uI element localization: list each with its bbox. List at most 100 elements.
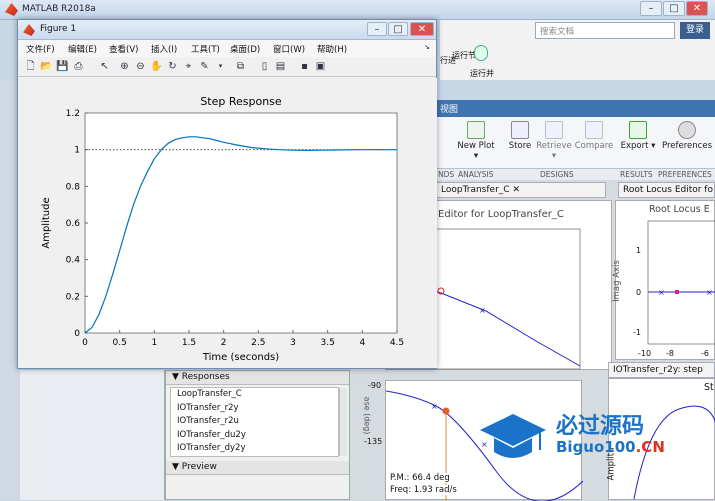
run-advance-icon[interactable] xyxy=(474,45,488,61)
y-tick-label: 0.6 xyxy=(66,219,81,229)
tab-io-transfer-label: IOTransfer_r2y: step xyxy=(613,365,703,375)
list-item[interactable]: IOTransfer_r2y xyxy=(171,402,338,416)
group-label: RESULTS xyxy=(620,170,653,179)
responses-header-label: Responses xyxy=(181,372,230,382)
legend-icon[interactable]: ▤ xyxy=(274,60,287,73)
csd-tab-view[interactable]: 视图 xyxy=(440,105,458,115)
hide-plot-tools-icon[interactable]: ▪ xyxy=(298,60,311,73)
graduation-cap-icon xyxy=(480,414,546,458)
preferences-label: Preferences xyxy=(662,141,712,151)
svg-text:×: × xyxy=(706,288,713,297)
retrieve-icon xyxy=(545,121,563,139)
bode-tick: -135 xyxy=(364,437,383,446)
export-label: Export xyxy=(620,141,649,151)
close-tab-icon[interactable]: ✕ xyxy=(512,185,520,195)
menu-arrow-icon[interactable]: ↘ xyxy=(424,43,430,51)
pm-marker xyxy=(442,407,450,415)
matlab-workspace-strip xyxy=(20,370,165,500)
x-tick-label: 0 xyxy=(82,338,88,348)
csd-group-labels: NDS ANALYSIS DESIGNS RESULTS PREFERENCES xyxy=(436,169,715,180)
list-item[interactable]: IOTransfer_dy2y xyxy=(171,442,338,456)
x-tick-label: 4 xyxy=(359,338,365,348)
preview-header-label: Preview xyxy=(181,462,217,472)
menu-view[interactable]: 查看(V) xyxy=(109,43,138,55)
minimize-icon[interactable]: – xyxy=(640,1,662,16)
matlab-logo-icon xyxy=(5,3,18,16)
colorbar-icon[interactable]: ▯ xyxy=(258,60,271,73)
login-button[interactable]: 登录 xyxy=(680,22,710,39)
pm-text: P.M.: 66.4 deg xyxy=(390,473,450,483)
pan-icon[interactable]: ✋ xyxy=(150,60,163,73)
show-plot-tools-icon[interactable]: ▣ xyxy=(314,60,327,73)
bode-tick: -90 xyxy=(368,381,382,390)
group-label: PREFERENCES xyxy=(658,170,712,179)
search-input[interactable]: 搜索文档 xyxy=(535,22,675,39)
zoom-in-icon[interactable]: ⊕ xyxy=(118,60,131,73)
figure-title: Figure 1 xyxy=(40,24,77,34)
ribbon-label-b[interactable]: 运行并 xyxy=(470,68,494,79)
print-icon[interactable]: ⎙ xyxy=(72,60,85,73)
data-cursor-icon[interactable]: ⌖ xyxy=(182,60,195,73)
retrieve-label: Retrieve xyxy=(536,141,572,151)
root-locus-right-pane[interactable]: Root Locus E Imag Axis 1 0 -1 -10 -8 -6 … xyxy=(612,200,715,360)
link-plot-icon[interactable]: ⧉ xyxy=(234,60,247,73)
export-icon xyxy=(629,121,647,139)
figure-logo-icon xyxy=(23,24,35,36)
data-browser-panel: ▼ Responses LoopTransfer_C IOTransfer_r2… xyxy=(165,370,350,500)
zoom-out-icon[interactable]: ⊖ xyxy=(134,60,147,73)
new-plot-button[interactable]: New Plot ▾ xyxy=(456,119,496,164)
tab-loop-transfer[interactable]: LoopTransfer_C ✕ xyxy=(436,182,606,198)
gear-icon xyxy=(678,121,696,139)
store-icon xyxy=(511,121,529,139)
preview-header[interactable]: ▼ Preview xyxy=(166,461,349,475)
save-icon[interactable]: 💾 xyxy=(56,60,69,73)
tab-loop-transfer-label: LoopTransfer_C xyxy=(441,185,510,195)
minimize-icon[interactable]: – xyxy=(367,22,387,36)
maximize-icon[interactable]: □ xyxy=(663,1,685,16)
list-item[interactable]: LoopTransfer_C xyxy=(171,388,338,402)
open-file-icon[interactable]: 📂 xyxy=(40,60,53,73)
svg-text:×: × xyxy=(431,402,438,411)
menu-window[interactable]: 窗口(W) xyxy=(273,43,305,55)
x-tick-label: 1 xyxy=(151,338,157,348)
pointer-icon[interactable]: ↖ xyxy=(98,60,111,73)
preferences-button[interactable]: Preferences xyxy=(662,119,712,164)
menu-tools[interactable]: 工具(T) xyxy=(191,43,220,55)
group-label: DESIGNS xyxy=(540,170,574,179)
close-icon[interactable]: ✕ xyxy=(410,22,434,36)
responses-list: LoopTransfer_C IOTransfer_r2y IOTransfer… xyxy=(170,387,347,457)
maximize-icon[interactable]: □ xyxy=(388,22,408,36)
list-item[interactable]: IOTransfer_du2y xyxy=(171,429,338,443)
figure-window: Figure 1 – □ ✕ 文件(F) 编辑(E) 查看(V) 插入(I) 工… xyxy=(17,19,437,369)
plot-area[interactable]: Step Response Time (seconds) Amplitude 0… xyxy=(19,78,437,368)
watermark-url: Biguo100.CN xyxy=(556,438,665,456)
rl-left-pole: × xyxy=(479,306,486,315)
compare-button[interactable]: Compare xyxy=(574,119,614,164)
x-tick-label: 1.5 xyxy=(182,338,196,348)
menu-desktop[interactable]: 桌面(D) xyxy=(230,43,260,55)
csd-tab-strip: 视图 xyxy=(436,100,715,117)
close-icon[interactable]: ✕ xyxy=(686,1,708,16)
tab-root-locus[interactable]: Root Locus Editor fo xyxy=(618,182,715,198)
list-item[interactable]: IOTransfer_r2u xyxy=(171,415,338,429)
menu-edit[interactable]: 编辑(E) xyxy=(68,43,97,55)
compare-label: Compare xyxy=(574,141,614,151)
group-label: ANALYSIS xyxy=(458,170,494,179)
responses-header[interactable]: ▼ Responses xyxy=(166,371,349,385)
watermark-url-suffix: .CN xyxy=(635,438,665,456)
retrieve-button[interactable]: Retrieve ▾ xyxy=(534,119,574,164)
rotate-icon[interactable]: ↻ xyxy=(166,60,179,73)
menu-insert[interactable]: 插入(I) xyxy=(151,43,177,55)
watermark-url-main: Biguo100 xyxy=(556,438,636,456)
figure-titlebar[interactable]: Figure 1 – □ ✕ xyxy=(18,20,436,40)
export-button[interactable]: Export ▾ xyxy=(618,119,658,164)
compare-icon xyxy=(585,121,603,139)
ribbon-label-a[interactable]: 运行节 xyxy=(452,50,476,61)
brush-dropdown-icon[interactable]: ▾ xyxy=(214,60,227,73)
new-figure-icon[interactable]: 🗋 xyxy=(24,60,37,73)
tab-io-transfer-step[interactable]: IOTransfer_r2y: step xyxy=(608,362,715,378)
menu-file[interactable]: 文件(F) xyxy=(26,43,55,55)
menu-help[interactable]: 帮助(H) xyxy=(317,43,347,55)
responses-scrollbar[interactable] xyxy=(339,388,347,456)
brush-icon[interactable]: ✎ xyxy=(198,60,211,73)
